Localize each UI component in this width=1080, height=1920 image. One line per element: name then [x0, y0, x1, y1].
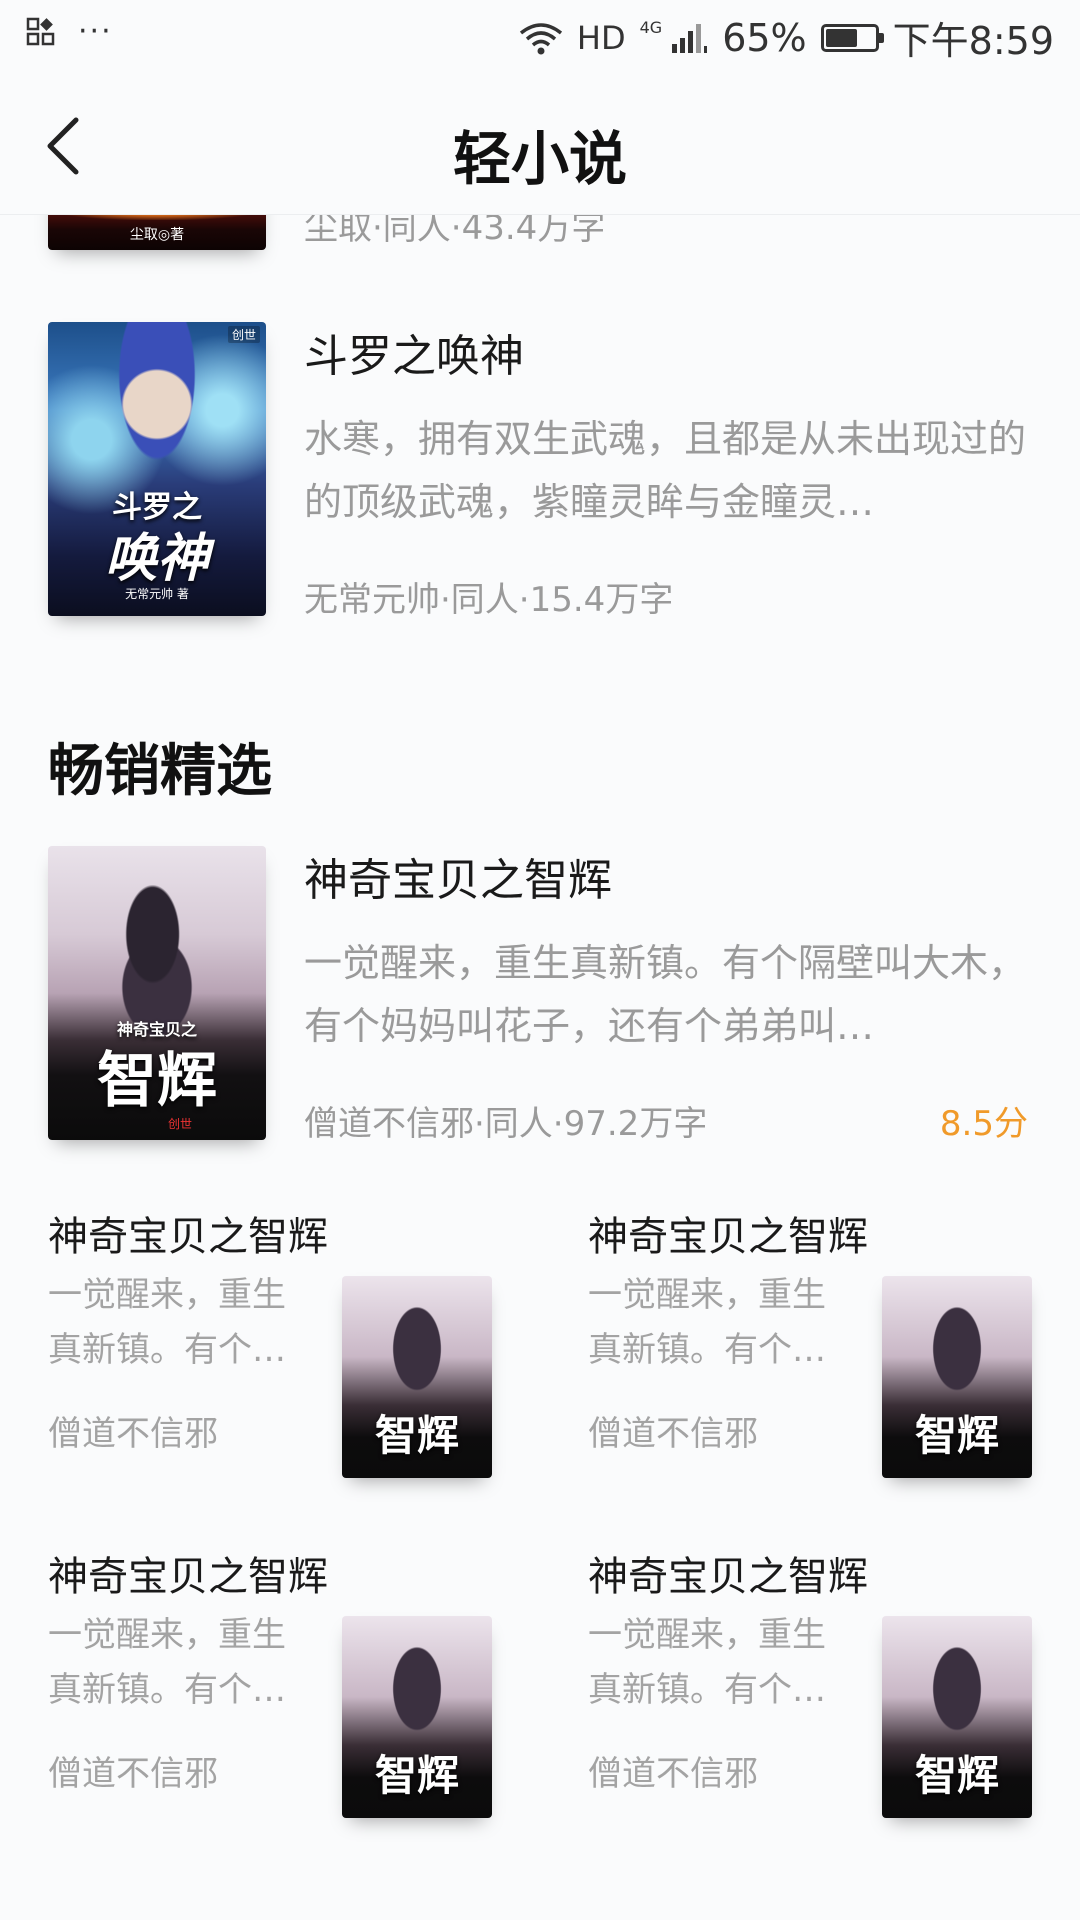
book-cover[interactable]: 斗罗之 唤神 无常元帅 著 创世 — [48, 322, 266, 616]
book-cover[interactable]: 神奇宝贝之 智辉 创世 — [48, 846, 266, 1140]
battery-percent: 65% — [722, 15, 807, 60]
more-dots-icon: ··· — [78, 14, 113, 49]
book-description: 水寒，拥有双生武魂，且都是从未出现过的的顶级武魂，紫瞳灵眸与金瞳灵… — [304, 417, 1027, 524]
grid-book-title: 神奇宝贝之智辉 — [48, 1214, 328, 1260]
cover-author: 尘取◎著 — [129, 227, 185, 243]
cover-title-big: 智辉 — [97, 1046, 217, 1116]
grid-book-description: 一觉醒来，重生真新镇。有个… — [48, 1275, 286, 1370]
cover-title-big: 唤神 — [104, 528, 209, 589]
hd-indicator: HD — [576, 18, 626, 57]
book-description: 一觉醒来，重生真新镇。有个隔壁叫大木，有个妈妈叫花子，还有个弟弟叫… — [304, 941, 1027, 1048]
app-header: 轻小说 — [0, 76, 1080, 215]
signal-icon — [672, 23, 708, 53]
grid-book-author: 僧道不信邪 — [48, 1414, 218, 1454]
grid-book-title: 神奇宝贝之智辉 — [588, 1214, 868, 1260]
book-title: 神奇宝贝之智辉 — [304, 855, 612, 906]
app-grid-icon — [26, 17, 55, 45]
cover-publisher-badge: 创世 — [167, 1117, 192, 1131]
book-meta: 尘取·同人·43.4万字 — [304, 214, 606, 248]
grid-book-description: 一觉醒来，重生真新镇。有个… — [588, 1275, 826, 1370]
clock: 下午8:59 — [892, 19, 1054, 63]
network-type: 4G — [639, 18, 663, 37]
status-right: HD 4G 65% 下午8:59 — [519, 10, 1054, 65]
grid-book-description: 一觉醒来，重生真新镇。有个… — [588, 1615, 826, 1710]
book-cover[interactable]: 尘取◎著 — [48, 214, 266, 250]
grid-book-author: 僧道不信邪 — [588, 1754, 758, 1794]
battery-fill — [825, 28, 857, 47]
book-score: 8.5分 — [939, 1104, 1028, 1144]
book-meta: 僧道不信邪·同人·97.2万字 — [304, 1104, 708, 1144]
page-title: 轻小说 — [452, 125, 627, 193]
book-cover[interactable]: 智辉 — [882, 1616, 1032, 1818]
book-cover[interactable]: 智辉 — [882, 1276, 1032, 1478]
book-cover[interactable]: 智辉 — [342, 1276, 492, 1478]
book-cover[interactable]: 智辉 — [342, 1616, 492, 1818]
book-meta: 无常元帅·同人·15.4万字 — [304, 580, 674, 620]
cover-author: 无常元帅 著 — [125, 587, 189, 601]
cover-title-big: 智辉 — [374, 1411, 459, 1460]
book-title: 斗罗之唤神 — [304, 331, 524, 382]
cover-publisher-badge: 创世 — [227, 326, 260, 343]
section-title: 畅销精选 — [48, 738, 272, 804]
content-scroll[interactable]: 尘取◎著 尘取·同人·43.4万字 斗罗之 唤神 无常元帅 著 创世 斗罗之唤神… — [0, 214, 1080, 1920]
grid-book-title: 神奇宝贝之智辉 — [48, 1554, 328, 1600]
cover-title-big: 智辉 — [374, 1751, 459, 1800]
cover-title-big: 智辉 — [914, 1411, 999, 1460]
cover-title-big: 智辉 — [914, 1751, 999, 1800]
status-bar: ··· HD 4G 65% 下午8:59 — [0, 0, 1080, 76]
grid-book-author: 僧道不信邪 — [48, 1754, 218, 1794]
grid-book-author: 僧道不信邪 — [588, 1414, 758, 1454]
status-left: ··· — [26, 14, 113, 49]
grid-book-description: 一觉醒来，重生真新镇。有个… — [48, 1615, 286, 1710]
battery-icon — [820, 23, 884, 52]
wifi-icon — [519, 22, 562, 54]
grid-book-title: 神奇宝贝之智辉 — [588, 1554, 868, 1600]
